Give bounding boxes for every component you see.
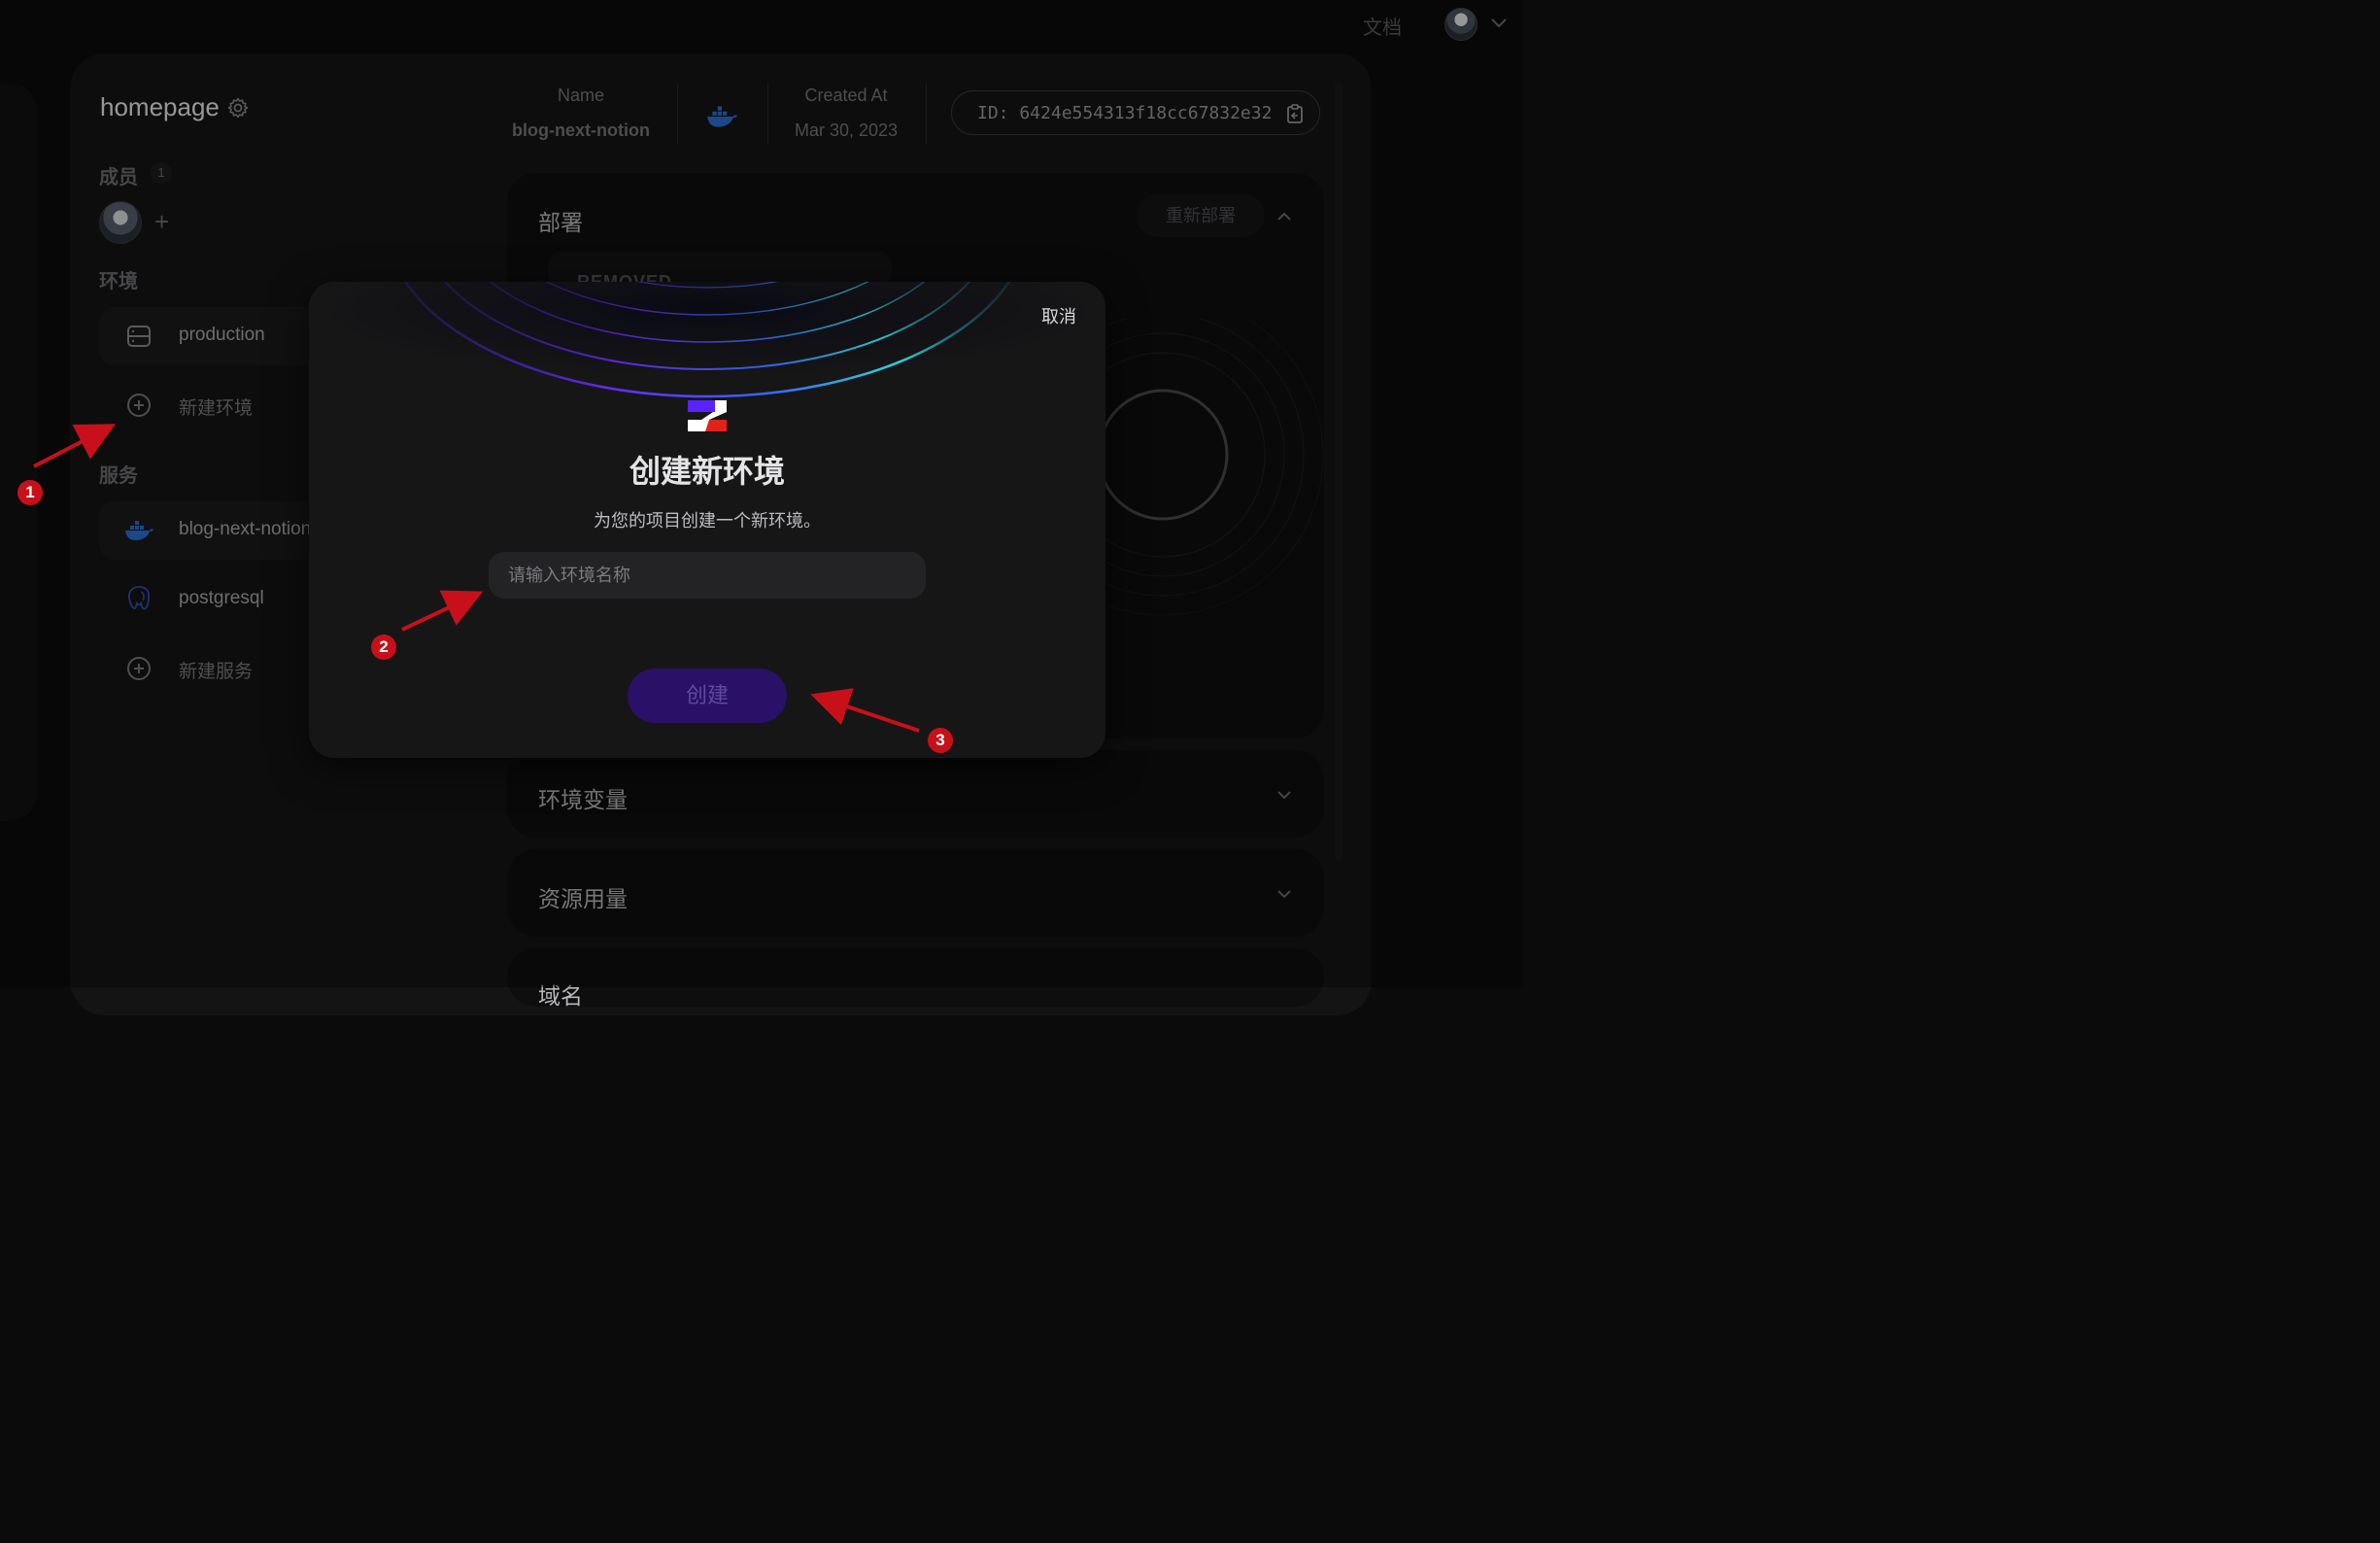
brand-logo: [688, 400, 727, 431]
annotation-step-2: 2: [371, 634, 396, 660]
create-button[interactable]: 创建: [628, 669, 787, 723]
annotation-step-1: 1: [17, 480, 43, 505]
environment-name-input[interactable]: [489, 552, 926, 599]
modal-subtitle: 为您的项目创建一个新环境。: [594, 511, 821, 531]
create-environment-modal: 取消 创建新环境 为您的项目创建一个新环境。 创建: [309, 282, 1105, 758]
cancel-button[interactable]: 取消: [1041, 303, 1076, 328]
annotation-step-3: 3: [928, 728, 953, 753]
modal-header-graphic: [309, 282, 1105, 418]
modal-title: 创建新环境: [629, 454, 785, 489]
